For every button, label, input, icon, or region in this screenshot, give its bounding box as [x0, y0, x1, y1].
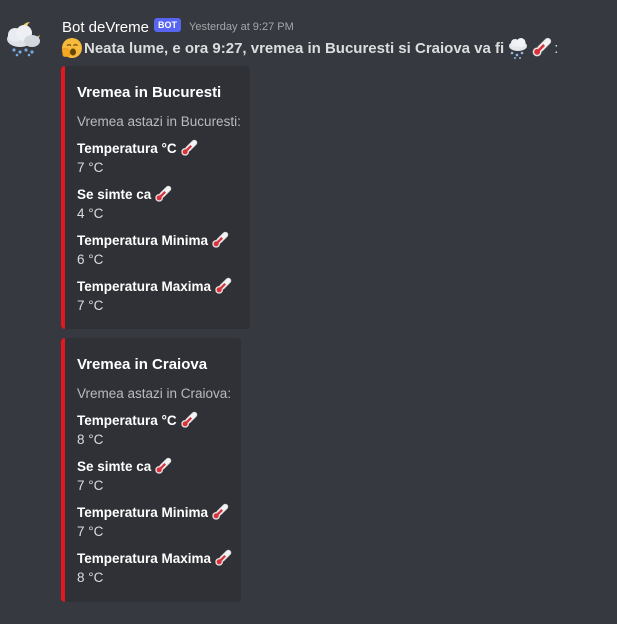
field-value: 7 °C	[77, 298, 104, 313]
bot-tag: BOT	[154, 18, 181, 32]
embed-field: Temperatura Maxima 8 °C	[77, 548, 237, 585]
field-value: 7 °C	[77, 478, 104, 493]
message-content: Neata lume, e ora 9:27, vremea in Bucure…	[61, 37, 558, 59]
field-name: Temperatura °C	[77, 138, 237, 158]
embed-field: Temperatura °C 7 °C	[77, 138, 237, 175]
field-value: 8 °C	[77, 570, 104, 585]
field-value: 4 °C	[77, 206, 104, 221]
field-name-text: Temperatura °C	[77, 412, 177, 428]
embed-craiova: Vremea in Craiova Vremea astazi in Craio…	[61, 338, 241, 602]
yawning-face-icon	[61, 38, 82, 58]
field-value: 7 °C	[77, 524, 104, 539]
field-name-text: Temperatura Minima	[77, 504, 209, 520]
field-name-text: Temperatura Maxima	[77, 278, 212, 294]
field-name: Se simte ca	[77, 184, 237, 204]
embed-field: Se simte ca 7 °C	[77, 456, 237, 493]
chat-message: Bot deVreme BOT Yesterday at 9:27 PM Nea…	[0, 0, 617, 624]
message-suffix: :	[554, 39, 559, 57]
field-name-text: Se simte ca	[77, 186, 152, 202]
message-header: Bot deVreme BOT Yesterday at 9:27 PM	[62, 17, 294, 37]
embed-field: Temperatura Maxima 7 °C	[77, 276, 237, 313]
field-name: Temperatura Maxima	[77, 276, 237, 296]
message-timestamp[interactable]: Yesterday at 9:27 PM	[189, 21, 294, 33]
thermometer-icon	[213, 549, 232, 568]
thermometer-icon	[153, 457, 172, 476]
embed-field: Se simte ca 4 °C	[77, 184, 237, 221]
thermometer-icon	[179, 139, 198, 158]
field-name-text: Temperatura Maxima	[77, 550, 212, 566]
field-value: 7 °C	[77, 160, 104, 175]
weather-cloud-moon-avatar	[7, 22, 40, 57]
avatar[interactable]	[2, 18, 46, 58]
field-name-text: Temperatura °C	[77, 140, 177, 156]
embed-description: Vremea astazi in Craiova:	[77, 386, 232, 401]
embed-description: Vremea astazi in Bucuresti:	[77, 114, 241, 129]
field-name: Temperatura Minima	[77, 230, 237, 250]
field-name-text: Se simte ca	[77, 458, 152, 474]
thermometer-icon	[179, 411, 198, 430]
field-name: Temperatura Minima	[77, 502, 237, 522]
embed-field: Temperatura Minima 6 °C	[77, 230, 237, 267]
field-name-text: Temperatura Minima	[77, 232, 209, 248]
field-name: Temperatura Maxima	[77, 548, 237, 568]
embed-field: Temperatura °C 8 °C	[77, 410, 237, 447]
embed-field: Temperatura Minima 7 °C	[77, 502, 237, 539]
field-name: Temperatura °C	[77, 410, 237, 430]
field-value: 8 °C	[77, 432, 104, 447]
message-text: Neata lume, e ora 9:27, vremea in Bucure…	[84, 39, 505, 57]
thermometer-icon	[213, 277, 232, 296]
thermometer-icon	[210, 231, 229, 250]
author-name[interactable]: Bot deVreme	[62, 19, 149, 36]
embed-bucuresti: Vremea in Bucuresti Vremea astazi in Buc…	[61, 66, 250, 329]
embed-title: Vremea in Bucuresti	[77, 84, 222, 101]
embed-title: Vremea in Craiova	[77, 356, 208, 373]
thermometer-icon	[530, 37, 552, 59]
field-value: 6 °C	[77, 252, 104, 267]
field-name: Se simte ca	[77, 456, 237, 476]
thermometer-icon	[210, 503, 229, 522]
cloud-snow-icon	[509, 38, 528, 59]
thermometer-icon	[153, 185, 172, 204]
